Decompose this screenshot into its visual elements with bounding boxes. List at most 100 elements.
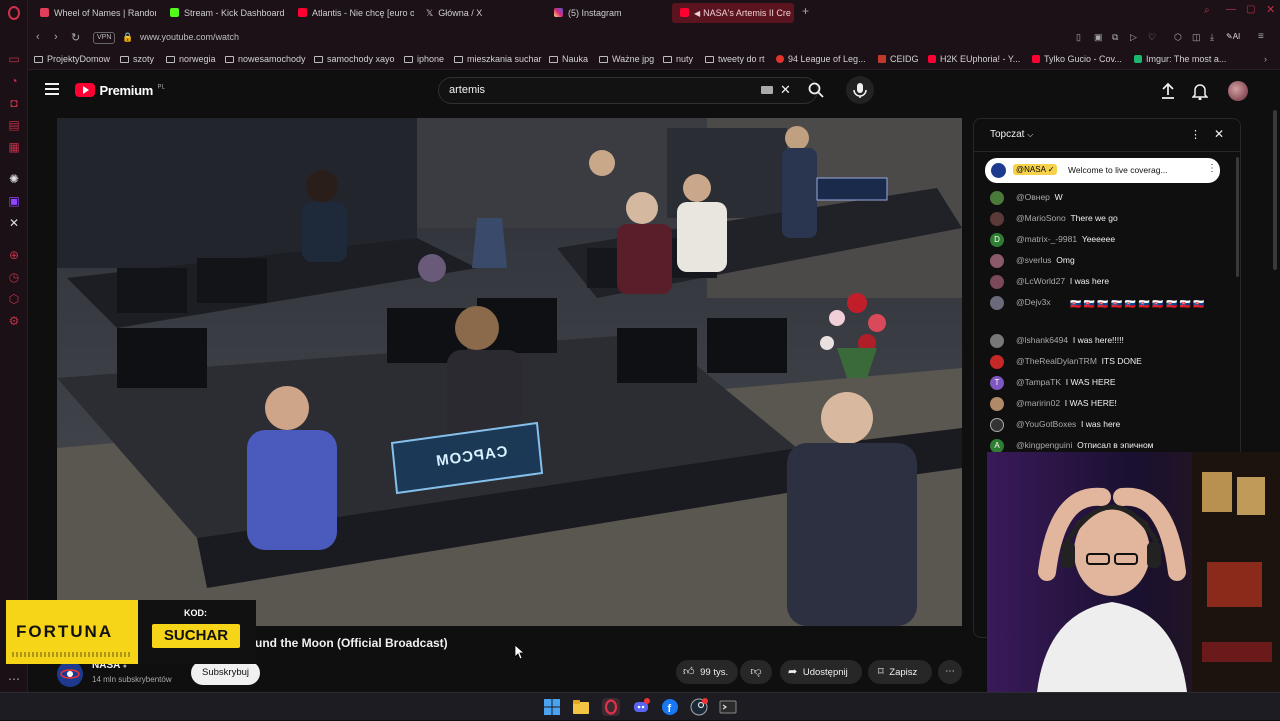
chat-avatar: D [990, 233, 1004, 247]
search-button[interactable] [808, 82, 824, 103]
more-actions-button[interactable]: ⋯ [938, 660, 962, 684]
bookmark-folder[interactable]: szoty [120, 54, 154, 64]
bag-icon[interactable]: ◘ [7, 96, 21, 110]
promo-panel: KOD: SUCHAR [138, 600, 256, 664]
chat-more-icon[interactable]: ⋮ [1190, 128, 1201, 141]
tab-wheel-of-names[interactable]: Wheel of Names | Random [32, 3, 156, 23]
bookmark-folder[interactable]: Nauka [549, 54, 588, 64]
chat-username: @kingpenguini [1016, 440, 1073, 450]
clear-search-icon[interactable]: ✕ [780, 82, 791, 98]
bookmark-site[interactable]: CEIDG [878, 54, 919, 64]
menu-icon[interactable]: ≡ [1258, 31, 1264, 42]
opera-logo-icon[interactable] [7, 6, 21, 20]
bookmark-label: Imgur: The most a... [1146, 54, 1227, 64]
bookmark-site[interactable]: 94 League of Leg... [776, 54, 866, 64]
video-popout-icon[interactable]: ⧉ [1112, 32, 1118, 43]
tab-atlantis[interactable]: Atlantis - Nie chcę [euro o [290, 3, 414, 23]
share-button[interactable]: ➦ Udostępnij [780, 660, 862, 684]
avatar[interactable] [1228, 81, 1248, 101]
subscribe-button[interactable]: Subskrybuj [191, 661, 260, 685]
voice-search-button[interactable] [846, 76, 874, 104]
history-icon[interactable]: ◔ [7, 74, 21, 88]
search-box[interactable]: artemis ✕ [438, 77, 818, 104]
keyboard-icon[interactable] [761, 86, 773, 94]
new-tab-button[interactable]: + [802, 4, 809, 18]
dislike-button[interactable]: 👎︎ [740, 660, 772, 684]
bookmark-label: iphone [417, 54, 445, 64]
settings-icon[interactable]: ⚙ [7, 314, 21, 328]
youtube-logo[interactable]: Premium PL [75, 82, 165, 100]
like-button[interactable]: 👍︎ 99 tys. [676, 660, 738, 684]
tab-nasa-artemis[interactable]: ◀ NASA's Artemis II Cre [672, 3, 794, 23]
bookmarks-overflow-icon[interactable]: › [1264, 54, 1267, 64]
reload-icon[interactable]: ↻ [71, 31, 80, 44]
upload-icon[interactable] [1160, 82, 1176, 105]
bookmark-label: CEIDG [890, 54, 919, 64]
wallet-icon[interactable]: ▭ [7, 52, 21, 66]
bookmark-folder[interactable]: nowesamochody [225, 54, 306, 64]
discord-icon[interactable] [632, 698, 650, 716]
verified-icon: ● [122, 663, 127, 670]
tab-label: NASA's Artemis II Cre [703, 8, 791, 18]
search-tabs-icon[interactable]: ⌕ [1204, 5, 1210, 16]
cube-icon[interactable]: ⬡ [7, 292, 21, 306]
clock-icon[interactable]: ◷ [7, 270, 21, 284]
bookmark-icon[interactable]: ▯ [1076, 32, 1081, 43]
extensions-icon[interactable]: ⬡ [1174, 32, 1182, 43]
notifications-bell-icon[interactable] [1191, 82, 1209, 105]
bookmark-site[interactable]: H2K EUphoria! - Y... [928, 54, 1020, 64]
terminal-icon[interactable] [719, 698, 737, 716]
news-icon[interactable]: ▤ [7, 118, 21, 132]
forward-icon[interactable]: › [54, 31, 58, 43]
chatgpt-icon[interactable]: ✺ [7, 172, 21, 186]
aria-ai-button[interactable]: ✎AI [1226, 32, 1240, 41]
snapshot-icon[interactable]: ▣ [1094, 32, 1103, 43]
hamburger-menu-icon[interactable] [45, 83, 59, 95]
facebook-icon[interactable]: f [661, 698, 679, 716]
add-icon[interactable]: ⊕ [7, 248, 21, 262]
pinned-message[interactable]: @NASA ✓ Welcome to live coverag... ⋮ [985, 158, 1220, 183]
search-input[interactable]: artemis [449, 84, 485, 96]
file-explorer-icon[interactable] [572, 698, 590, 716]
bookmark-folder[interactable]: nuty [663, 54, 693, 64]
cast-icon[interactable]: ◫ [1192, 32, 1201, 43]
save-button[interactable]: ⌑ Zapisz [868, 660, 932, 684]
bookmark-folder[interactable]: norwegia [166, 54, 216, 64]
lock-icon[interactable]: 🔒 [122, 32, 133, 43]
twitch-icon[interactable]: ▣ [7, 194, 21, 208]
bookmark-folder[interactable]: Ważne jpg [599, 54, 654, 64]
tab-instagram[interactable]: (5) Instagram [546, 3, 670, 23]
bookmark-folder[interactable]: ProjektyDomow [34, 54, 110, 64]
tab-x[interactable]: 𝕏 Główna / X [418, 3, 542, 23]
tab-kick-dashboard[interactable]: Stream - Kick Dashboard [162, 3, 286, 23]
maximize-icon[interactable]: ▢ [1246, 4, 1255, 15]
bookmark-folder[interactable]: tweety do rt [705, 54, 765, 64]
chat-scrollbar[interactable] [1236, 157, 1239, 277]
bookmark-folder[interactable]: samochody xayo [314, 54, 395, 64]
bookmark-folder[interactable]: mieszkania suchar [454, 54, 542, 64]
x-icon[interactable]: ✕ [7, 216, 21, 230]
heart-icon[interactable]: ♡ [1148, 32, 1156, 43]
video-player[interactable]: CAPCOM [57, 118, 962, 626]
bookmark-folder[interactable]: iphone [404, 54, 444, 64]
page-scrollbar[interactable] [1273, 110, 1277, 270]
pinned-more-icon[interactable]: ⋮ [1207, 163, 1217, 174]
steam-icon[interactable] [690, 698, 708, 716]
url-field[interactable]: www.youtube.com/watch [140, 32, 239, 42]
play-icon[interactable]: ▷ [1130, 32, 1137, 43]
bookmark-site[interactable]: Imgur: The most a... [1134, 54, 1226, 64]
close-chat-icon[interactable]: ✕ [1214, 127, 1224, 141]
opera-taskbar-icon[interactable] [602, 698, 620, 716]
more-icon[interactable]: ⋯ [7, 672, 21, 686]
vpn-badge[interactable]: VPN [93, 32, 116, 44]
channel-avatar[interactable] [57, 661, 83, 687]
chat-mode-dropdown[interactable]: Topczat ⌵ [990, 129, 1033, 140]
mail-icon[interactable]: ▦ [7, 140, 21, 154]
close-window-icon[interactable]: ✕ [1266, 3, 1275, 16]
back-icon[interactable]: ‹ [36, 31, 40, 43]
download-icon[interactable]: ⤓ [1210, 32, 1214, 43]
minimize-icon[interactable]: — [1226, 4, 1236, 15]
bookmark-site[interactable]: Tylko Gucio - Cov... [1032, 54, 1122, 64]
tab-label: Stream - Kick Dashboard [184, 8, 285, 18]
windows-start-icon[interactable] [543, 698, 561, 716]
